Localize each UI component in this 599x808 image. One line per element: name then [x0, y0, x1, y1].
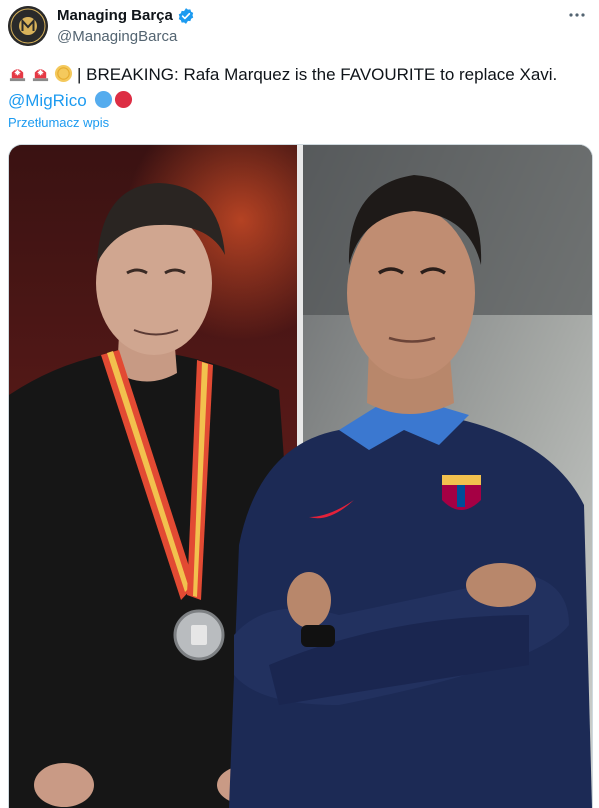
- tweet-media-image[interactable]: [8, 144, 593, 808]
- managing-barca-logo: [8, 6, 48, 46]
- blue-circle-icon: [95, 90, 113, 109]
- translate-post-link[interactable]: Przetłumacz wpis: [8, 115, 109, 131]
- rotating-light-icon: [32, 69, 49, 82]
- mention-link[interactable]: @MigRico: [8, 91, 87, 110]
- display-name[interactable]: Managing Barça: [57, 6, 173, 26]
- avatar[interactable]: [8, 6, 48, 46]
- tweet-text: | BREAKING: Rafa Marquez is the FAVOURIT…: [8, 62, 588, 114]
- red-circle-icon: [115, 90, 133, 109]
- author-block: Managing Barça @ManagingBarca: [57, 6, 195, 47]
- coin-icon: [54, 64, 73, 83]
- more-icon[interactable]: [565, 6, 589, 24]
- tweet-main-text: | BREAKING: Rafa Marquez is the FAVOURIT…: [77, 65, 558, 84]
- barcelona-crest: [442, 475, 481, 510]
- rotating-light-icon: [9, 69, 26, 82]
- verified-badge-icon[interactable]: [177, 7, 195, 25]
- handle[interactable]: @ManagingBarca: [57, 27, 195, 47]
